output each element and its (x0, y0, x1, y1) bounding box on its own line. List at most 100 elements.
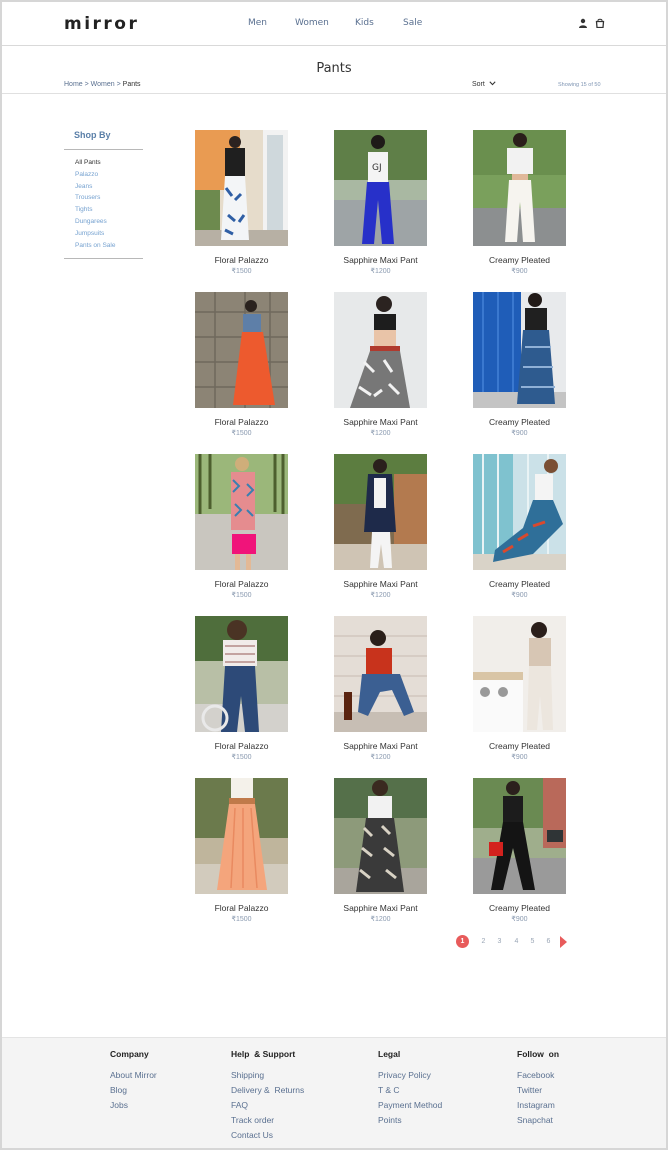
product-image[interactable] (473, 454, 566, 570)
footer-company: Company About Mirror Blog Jobs (110, 1049, 157, 1113)
nav-women[interactable]: Women (295, 18, 329, 28)
product-name[interactable]: Floral Palazzo (195, 579, 288, 589)
breadcrumb-separator: > (114, 81, 123, 88)
product-price: ₹900 (511, 916, 528, 923)
page-6[interactable]: 6 (542, 935, 555, 948)
footer-link-about[interactable]: About Mirror (110, 1068, 157, 1083)
footer-link-instagram[interactable]: Instagram (517, 1098, 559, 1113)
product-name[interactable]: Sapphire Maxi Pant (334, 903, 427, 913)
product-image[interactable] (195, 778, 288, 894)
sidebar-item-palazzo[interactable]: Palazzo (75, 169, 143, 181)
product-card[interactable]: Creamy Pleated ₹900 (473, 778, 566, 923)
footer-link-facebook[interactable]: Facebook (517, 1068, 559, 1083)
footer-link-delivery-returns[interactable]: Delivery & Returns (231, 1083, 304, 1098)
sidebar-item-pants-on-sale[interactable]: Pants on Sale (75, 240, 143, 252)
product-card[interactable]: Creamy Pleated ₹900 (473, 454, 566, 599)
product-card[interactable]: Sapphire Maxi Pant ₹1200 (334, 778, 427, 923)
page-5[interactable]: 5 (526, 935, 539, 948)
product-image[interactable] (195, 292, 288, 408)
product-image[interactable] (195, 616, 288, 732)
shopping-bag-icon[interactable] (595, 18, 605, 28)
product-card[interactable]: Sapphire Maxi Pant ₹1200 (334, 454, 427, 599)
page-4[interactable]: 4 (510, 935, 523, 948)
product-image[interactable] (195, 454, 288, 570)
sidebar-item-dungarees[interactable]: Dungarees (75, 216, 143, 228)
product-card[interactable]: Sapphire Maxi Pant ₹1200 (334, 292, 427, 437)
footer-link-privacy[interactable]: Privacy Policy (378, 1068, 442, 1083)
page-1[interactable]: 1 (456, 935, 469, 948)
next-page-arrow-icon[interactable] (560, 936, 567, 948)
product-name[interactable]: Sapphire Maxi Pant (334, 579, 427, 589)
footer-link-blog[interactable]: Blog (110, 1083, 157, 1098)
footer-link-payment[interactable]: Payment Method (378, 1098, 442, 1113)
product-image[interactable] (473, 778, 566, 894)
footer-link-snapchat[interactable]: Snapchat (517, 1113, 559, 1128)
product-name[interactable]: Creamy Pleated (473, 579, 566, 589)
footer-link-faq[interactable]: FAQ (231, 1098, 304, 1113)
product-image[interactable] (473, 130, 566, 246)
product-image[interactable] (334, 616, 427, 732)
nav-men[interactable]: Men (248, 18, 267, 28)
user-icon[interactable] (578, 18, 588, 28)
sidebar-item-tights[interactable]: Tights (75, 204, 143, 216)
product-name[interactable]: Floral Palazzo (195, 741, 288, 751)
brand-logo[interactable]: mirror (64, 14, 139, 34)
footer-link-terms[interactable]: T & C (378, 1083, 442, 1098)
product-name[interactable]: Floral Palazzo (195, 417, 288, 427)
sidebar-item-trousers[interactable]: Trousers (75, 192, 143, 204)
page-2[interactable]: 2 (477, 935, 490, 948)
product-image[interactable] (334, 454, 427, 570)
nav-kids[interactable]: Kids (355, 18, 374, 28)
product-card[interactable]: GJ Sapphire Maxi Pant ₹1200 (334, 130, 427, 275)
product-price: ₹1200 (370, 916, 391, 923)
sidebar-item-jumpsuits[interactable]: Jumpsuits (75, 228, 143, 240)
product-name[interactable]: Creamy Pleated (473, 903, 566, 913)
product-image[interactable] (334, 292, 427, 408)
product-price: ₹1200 (370, 430, 391, 437)
product-name[interactable]: Creamy Pleated (473, 741, 566, 751)
product-image[interactable] (334, 778, 427, 894)
product-name[interactable]: Creamy Pleated (473, 255, 566, 265)
product-name[interactable]: Sapphire Maxi Pant (334, 417, 427, 427)
product-name[interactable]: Floral Palazzo (195, 255, 288, 265)
footer-link-jobs[interactable]: Jobs (110, 1098, 157, 1113)
site-footer: Company About Mirror Blog Jobs Help & Su… (2, 1037, 666, 1148)
footer-link-points[interactable]: Points (378, 1113, 442, 1128)
chevron-down-icon (489, 81, 496, 86)
footer-link-twitter[interactable]: Twitter (517, 1083, 559, 1098)
sidebar-item-all-pants[interactable]: All Pants (75, 157, 143, 169)
product-card[interactable]: Floral Palazzo ₹1500 (195, 130, 288, 275)
product-card[interactable]: Sapphire Maxi Pant ₹1200 (334, 616, 427, 761)
page-3[interactable]: 3 (493, 935, 506, 948)
sidebar-item-jeans[interactable]: Jeans (75, 181, 143, 193)
footer-link-track-order[interactable]: Track order (231, 1113, 304, 1128)
product-price: ₹1200 (370, 268, 391, 275)
product-image[interactable]: GJ (334, 130, 427, 246)
product-card[interactable]: Floral Palazzo ₹1500 (195, 778, 288, 923)
sort-label: Sort (472, 81, 485, 88)
product-card[interactable]: Floral Palazzo ₹1500 (195, 454, 288, 599)
product-name[interactable]: Floral Palazzo (195, 903, 288, 913)
product-card[interactable]: Creamy Pleated ₹900 (473, 130, 566, 275)
site-header: mirror Men Women Kids Sale (2, 2, 666, 46)
breadcrumb-current: Pants (122, 81, 141, 88)
product-card[interactable]: Creamy Pleated ₹900 (473, 292, 566, 437)
product-image[interactable] (473, 616, 566, 732)
sort-dropdown[interactable]: Sort (472, 81, 496, 88)
product-card[interactable]: Floral Palazzo ₹1500 (195, 616, 288, 761)
product-image[interactable] (195, 130, 288, 246)
footer-link-contact[interactable]: Contact Us (231, 1128, 304, 1143)
product-card[interactable]: Creamy Pleated ₹900 (473, 616, 566, 761)
product-price: ₹1500 (231, 592, 252, 599)
product-card[interactable]: Floral Palazzo ₹1500 (195, 292, 288, 437)
product-name[interactable]: Sapphire Maxi Pant (334, 255, 427, 265)
filter-sidebar: Shop By All Pants Palazzo Jeans Trousers… (64, 126, 143, 260)
product-name[interactable]: Sapphire Maxi Pant (334, 741, 427, 751)
nav-sale[interactable]: Sale (403, 18, 422, 28)
breadcrumb-women[interactable]: Women (91, 81, 115, 88)
footer-link-shipping[interactable]: Shipping (231, 1068, 304, 1083)
breadcrumb-home[interactable]: Home (64, 81, 83, 88)
product-name[interactable]: Creamy Pleated (473, 417, 566, 427)
product-image[interactable] (473, 292, 566, 408)
breadcrumb: Home > Women > Pants (64, 81, 141, 88)
